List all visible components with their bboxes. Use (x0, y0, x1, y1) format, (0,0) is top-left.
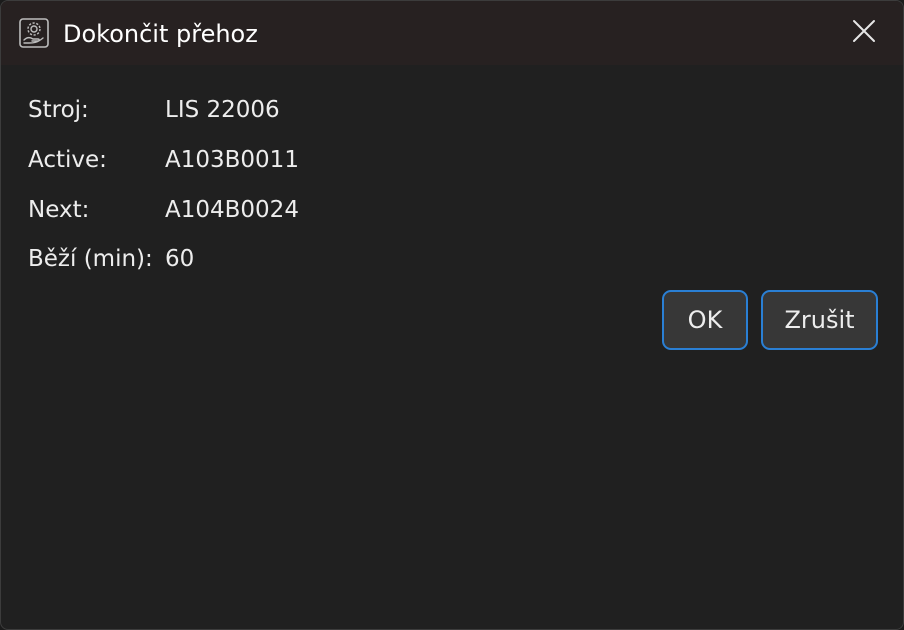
machine-label: Stroj: (28, 97, 89, 123)
dialog-window: Dokončit přehoz Stroj: LIS 22006 Active:… (0, 0, 904, 630)
title-bar: Dokončit přehoz (1, 1, 903, 65)
machine-value: LIS 22006 (165, 97, 280, 123)
running-minutes-label: Běží (min): (28, 246, 153, 272)
cancel-button[interactable]: Zrušit (761, 290, 878, 350)
close-icon (852, 19, 876, 47)
active-value: A103B0011 (165, 147, 299, 173)
gear-hand-icon (19, 18, 49, 48)
next-value: A104B0024 (165, 197, 299, 223)
next-label: Next: (28, 197, 90, 223)
close-button[interactable] (839, 13, 889, 53)
ok-button[interactable]: OK (662, 290, 748, 350)
running-minutes-value: 60 (165, 246, 195, 272)
active-label: Active: (28, 147, 107, 173)
window-title: Dokončit přehoz (63, 20, 258, 48)
